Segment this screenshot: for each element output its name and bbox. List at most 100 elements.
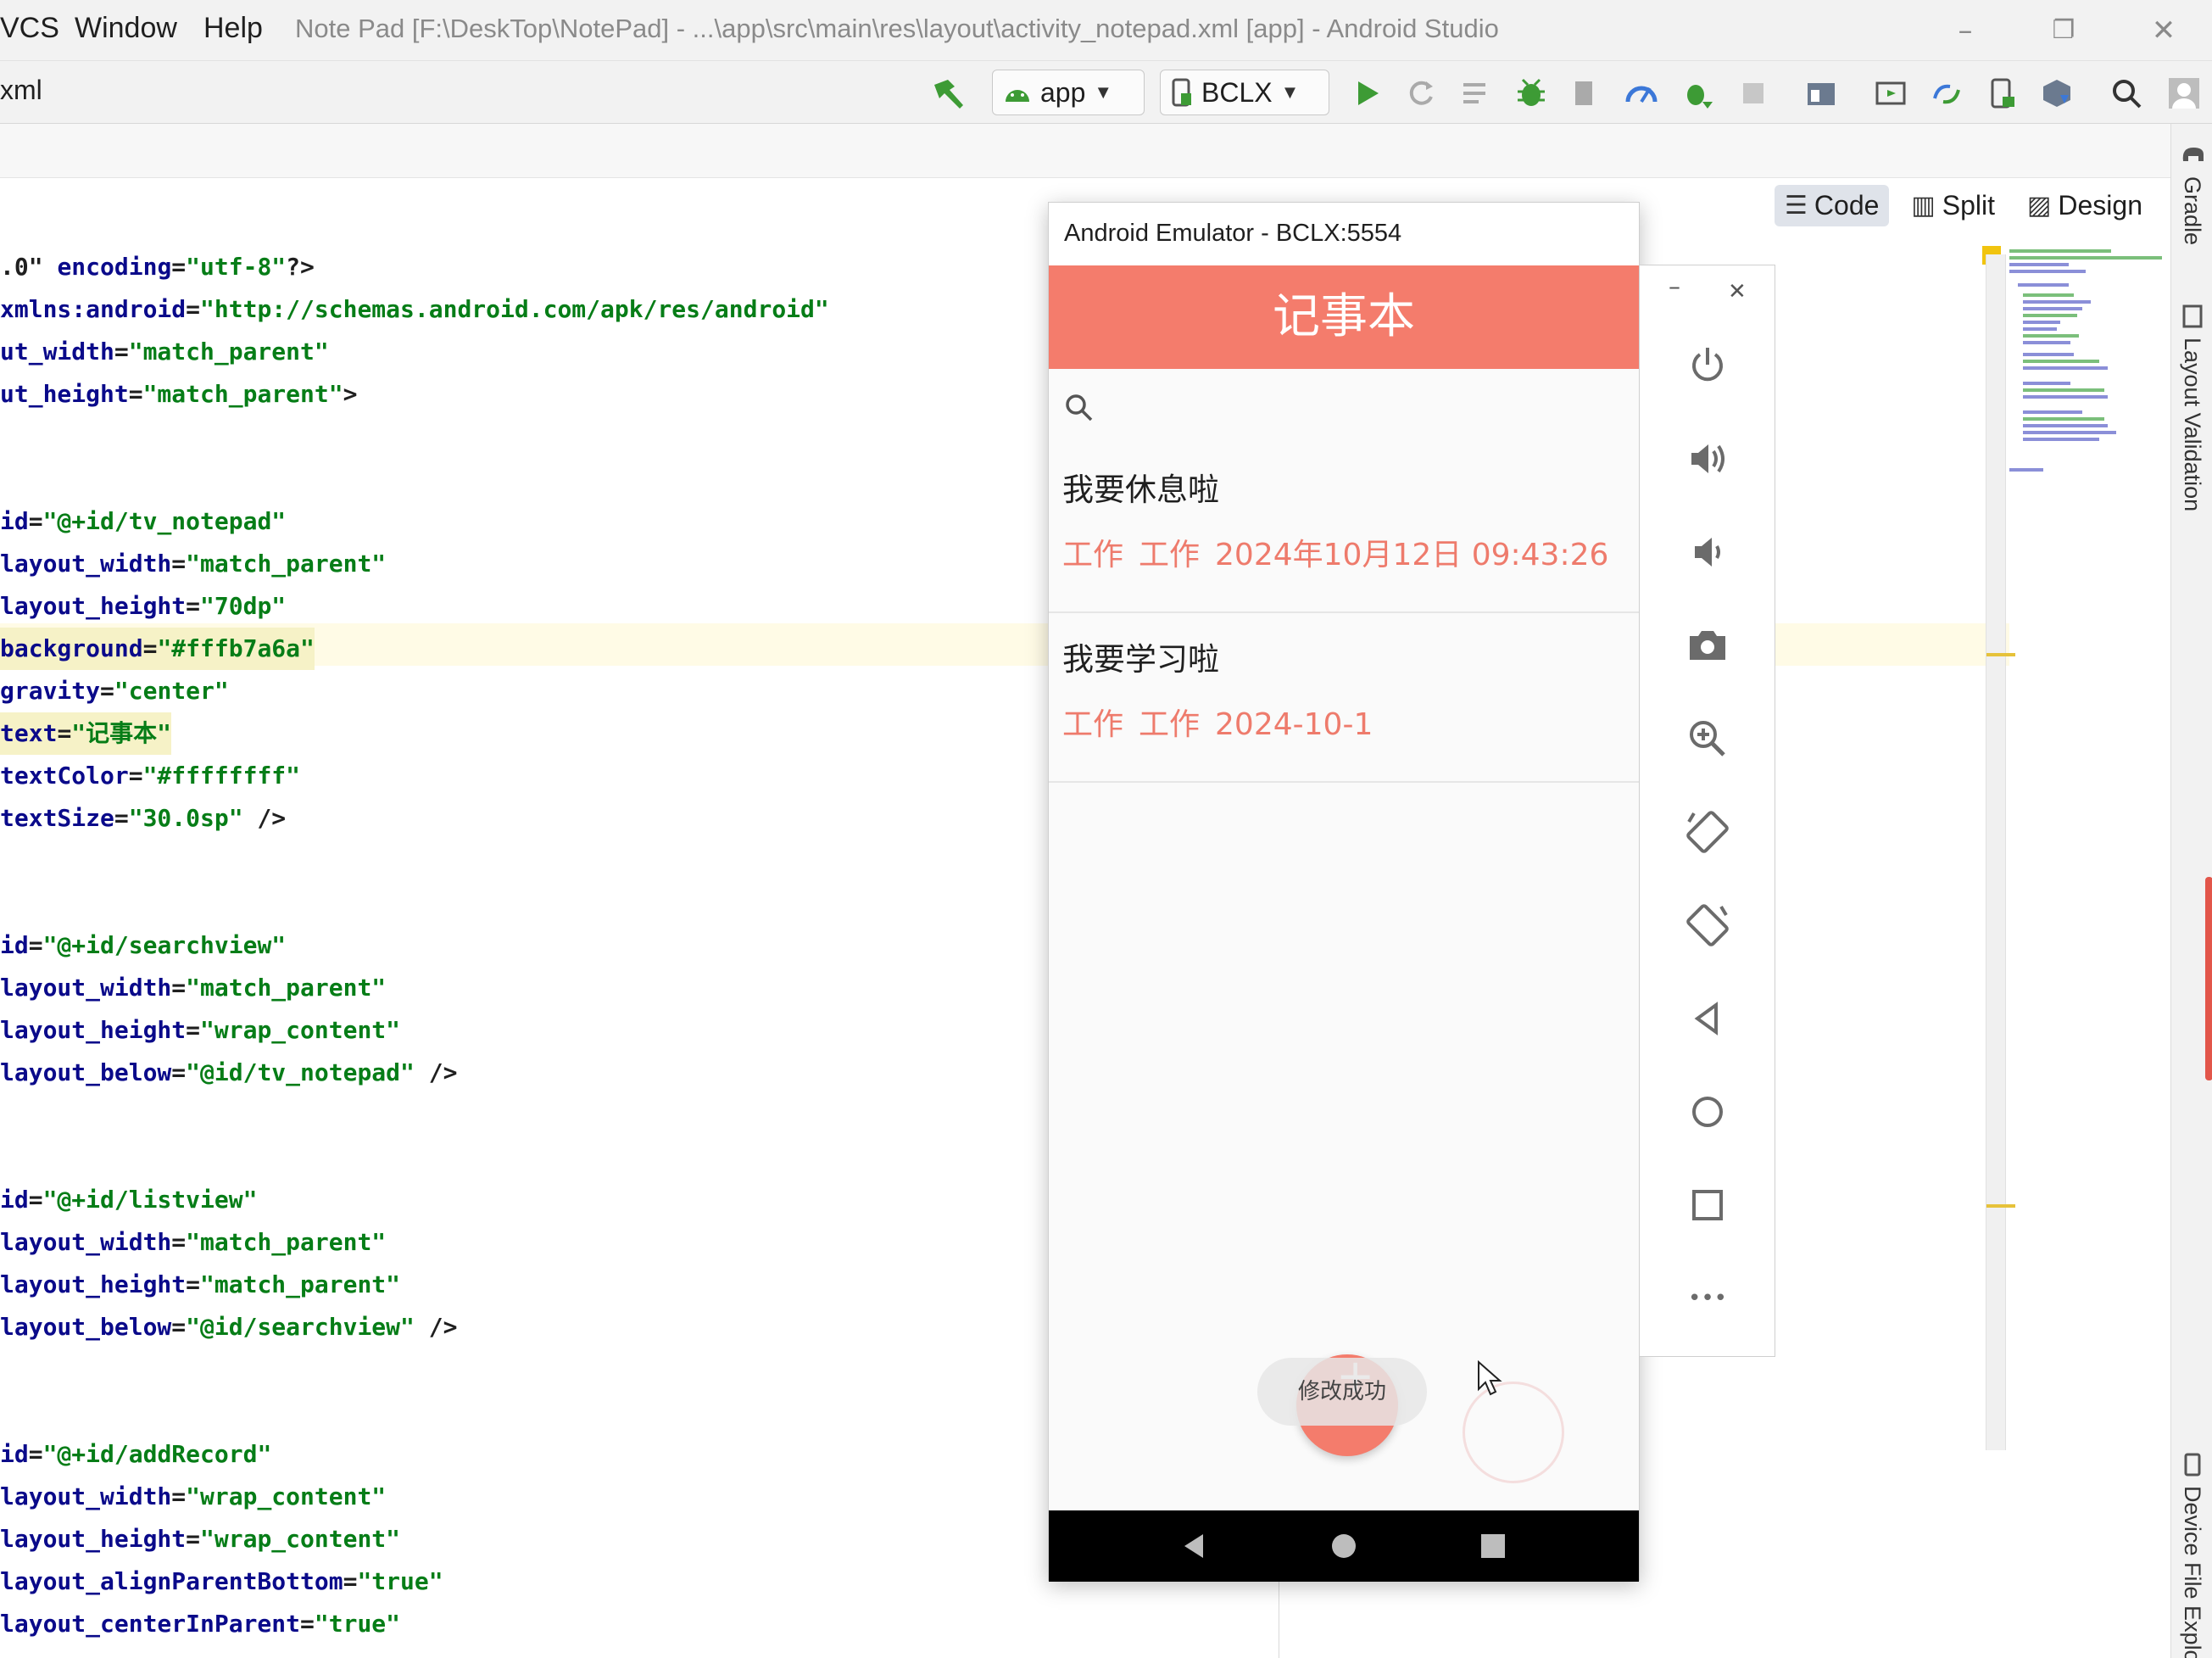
code-minimap[interactable]: [2009, 246, 2170, 483]
volume-up-icon[interactable]: [1680, 432, 1735, 486]
code-line[interactable]: layout_height="wrap_content": [0, 1009, 400, 1052]
minimize-button[interactable]: –: [1942, 7, 1989, 54]
code-line[interactable]: .0" encoding="utf-8"?>: [0, 246, 315, 288]
debug-icon[interactable]: [1511, 73, 1552, 114]
camera-icon[interactable]: [1680, 618, 1735, 673]
project-structure-icon[interactable]: [1801, 73, 1841, 114]
code-token: layout_height: [0, 1270, 187, 1298]
sync-gradle-icon[interactable]: [1926, 73, 1967, 114]
list-item[interactable]: 我要休息啦 工作 工作 2024年10月12日 09:43:26: [1049, 445, 1639, 613]
split-icon: ▥: [1911, 192, 1936, 220]
restore-button[interactable]: ❐: [2040, 7, 2087, 54]
code-line[interactable]: textSize="30.0sp" />: [0, 797, 286, 840]
code-line[interactable]: layout_below="@id/searchview" />: [0, 1306, 457, 1348]
app-title-bar: 记事本: [1049, 265, 1639, 369]
note-meta: 工作 工作 2024-10-1: [1062, 700, 1388, 744]
device-select[interactable]: BCLX ▼: [1160, 70, 1329, 115]
search-icon[interactable]: [2106, 73, 2147, 114]
code-line[interactable]: ut_height="match_parent">: [0, 373, 357, 416]
code-token: =: [128, 762, 143, 790]
code-line[interactable]: layout_alignParentBottom="true": [0, 1560, 443, 1603]
avd-manager-icon[interactable]: [1982, 73, 2023, 114]
code-token: "match_parent": [186, 974, 387, 1002]
code-line[interactable]: xmlns:android="http://schemas.android.co…: [0, 288, 829, 331]
code-line[interactable]: layout_width="wrap_content": [0, 1476, 386, 1518]
code-token: =: [186, 592, 201, 620]
code-token: =: [171, 550, 187, 578]
code-line[interactable]: gravity="center": [0, 670, 229, 712]
code-token: "30.0sp": [128, 804, 243, 832]
zoom-icon[interactable]: [1680, 712, 1735, 766]
device-file-explorer-tool-window[interactable]: Device File Explo: [2179, 1486, 2205, 1658]
code-line[interactable]: layout_height="70dp": [0, 585, 286, 628]
emulator-window[interactable]: Android Emulator - BCLX:5554 记事本 我要休息啦 工…: [1048, 202, 1640, 1582]
mouse-cursor-icon: [1478, 1360, 1502, 1396]
breadcrumb[interactable]: xml: [0, 75, 42, 106]
code-line[interactable]: layout_width="match_parent": [0, 1221, 386, 1264]
volume-down-icon[interactable]: [1680, 525, 1735, 579]
warning-marker[interactable]: [1986, 653, 2015, 656]
list-item[interactable]: 我要学习啦 工作 工作 2024-10-1: [1049, 615, 1639, 783]
apply-changes-icon[interactable]: [1401, 73, 1441, 114]
code-line[interactable]: layout_height="match_parent": [0, 1264, 400, 1306]
code-line[interactable]: layout_width="match_parent": [0, 967, 386, 1009]
build-hammer-icon[interactable]: [928, 73, 968, 114]
run-config-select[interactable]: app ▼: [992, 70, 1145, 115]
code-token: />: [242, 804, 287, 832]
back-icon[interactable]: [1179, 1531, 1210, 1561]
attach-debugger-icon[interactable]: [1677, 73, 1718, 114]
code-line[interactable]: id="@+id/addRecord": [0, 1433, 271, 1476]
code-line[interactable]: layout_width="match_parent": [0, 543, 386, 585]
code-token: layout_below: [0, 1058, 172, 1086]
menu-help[interactable]: Help: [203, 12, 263, 45]
warning-marker[interactable]: [1986, 1204, 2015, 1208]
code-token: />: [414, 1313, 458, 1341]
stop-icon[interactable]: [1733, 73, 1774, 114]
rotate-right-icon[interactable]: [1680, 898, 1735, 952]
search-view[interactable]: [1049, 369, 1639, 445]
code-line[interactable]: background="#fffb7a6a": [0, 628, 315, 670]
code-line[interactable]: id="@+id/listview": [0, 1179, 257, 1221]
search-icon[interactable]: [1064, 393, 1095, 423]
layout-validation-tool-window[interactable]: Layout Validation: [2179, 338, 2205, 511]
tab-split[interactable]: ▥ Split: [1901, 185, 2005, 226]
code-line[interactable]: textColor="#ffffffff": [0, 755, 300, 797]
emulator-close-button[interactable]: ✕: [1728, 279, 1864, 313]
more-icon[interactable]: •••: [1680, 1271, 1735, 1326]
account-icon[interactable]: [2164, 73, 2204, 114]
overview-icon[interactable]: [1478, 1531, 1508, 1561]
code-token: =: [171, 1313, 187, 1341]
gradle-tool-window[interactable]: Gradle: [2179, 176, 2205, 245]
code-token: .0": [0, 253, 58, 281]
code-line[interactable]: layout_centerInParent="true": [0, 1603, 400, 1645]
code-token: =: [142, 634, 158, 662]
code-line[interactable]: text="记事本": [0, 712, 172, 755]
code-line[interactable]: id="@+id/searchview": [0, 924, 286, 967]
tab-code[interactable]: ☰ Code: [1775, 185, 1890, 226]
home-icon[interactable]: [1329, 1531, 1359, 1561]
device-manager-icon[interactable]: [1870, 73, 1911, 114]
code-line[interactable]: layout_below="@id/tv_notepad" />: [0, 1052, 457, 1094]
back-icon[interactable]: [1680, 991, 1735, 1046]
apply-code-changes-icon[interactable]: [1457, 73, 1497, 114]
code-token: =: [171, 253, 187, 281]
run-icon[interactable]: [1346, 73, 1387, 114]
editor-scrollbar[interactable]: [1986, 254, 2015, 1450]
menu-window[interactable]: Window: [75, 12, 177, 45]
main-toolbar: xml app ▼ BCLX ▼: [0, 61, 2212, 124]
rotate-left-icon[interactable]: [1680, 805, 1735, 859]
profiler-gauge-icon[interactable]: [1621, 73, 1662, 114]
code-line[interactable]: ut_width="match_parent": [0, 331, 329, 373]
code-token: =: [300, 1610, 315, 1638]
overview-icon[interactable]: [1680, 1178, 1735, 1232]
close-button[interactable]: ✕: [2140, 7, 2187, 54]
code-line[interactable]: id="@+id/tv_notepad": [0, 500, 286, 543]
code-line[interactable]: layout_height="wrap_content": [0, 1518, 400, 1560]
tab-design[interactable]: ▨ Design: [2017, 185, 2153, 226]
sdk-manager-icon[interactable]: [2036, 73, 2077, 114]
profile-icon[interactable]: [1565, 73, 1606, 114]
power-icon[interactable]: [1680, 338, 1735, 393]
home-icon[interactable]: [1680, 1085, 1735, 1139]
menu-vcs[interactable]: VCS: [0, 12, 59, 45]
code-token: =: [186, 1525, 201, 1553]
